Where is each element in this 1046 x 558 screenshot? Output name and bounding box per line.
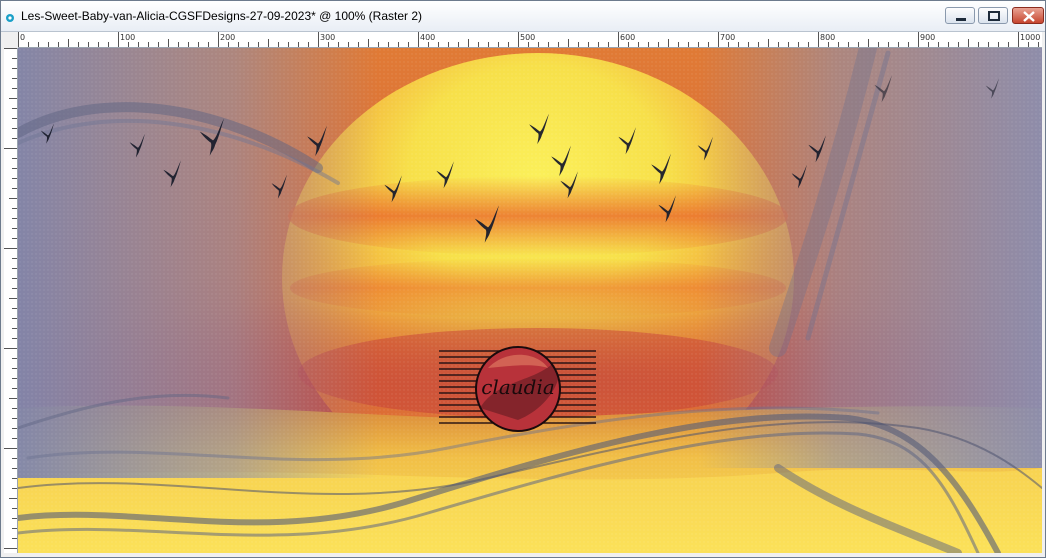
minimize-button[interactable] [945, 7, 975, 24]
ruler-label: 0 [20, 33, 25, 42]
ruler-label: 300 [320, 33, 335, 42]
ruler-label: 100 [120, 33, 135, 42]
title-bar[interactable]: Les-Sweet-Baby-van-Alicia-CGSFDesigns-27… [1, 1, 1045, 32]
ruler-label: 1000 [1020, 33, 1040, 42]
vertical-ruler[interactable] [4, 48, 18, 553]
ruler-label: 800 [820, 33, 835, 42]
close-icon [1023, 11, 1035, 22]
image-canvas[interactable]: claudia [18, 48, 1042, 553]
ruler-label: 600 [620, 33, 635, 42]
ruler-label: 700 [720, 33, 735, 42]
ruler-label: 200 [220, 33, 235, 42]
ruler-label: 400 [420, 33, 435, 42]
maximize-button[interactable] [978, 7, 1008, 24]
app-icon[interactable] [5, 10, 15, 22]
horizontal-ruler[interactable]: 0 100 200 300 400 500 600 700 800 900 1000 [18, 32, 1042, 48]
watermark-text: claudia [481, 375, 555, 399]
ruler-label: 900 [920, 33, 935, 42]
window-title: Les-Sweet-Baby-van-Alicia-CGSFDesigns-27… [21, 9, 423, 23]
maximize-icon [988, 11, 1000, 21]
close-button[interactable] [1012, 7, 1044, 24]
ruler-label: 500 [520, 33, 535, 42]
image-window: Les-Sweet-Baby-van-Alicia-CGSFDesigns-27… [0, 0, 1046, 558]
minimize-icon [956, 18, 966, 21]
